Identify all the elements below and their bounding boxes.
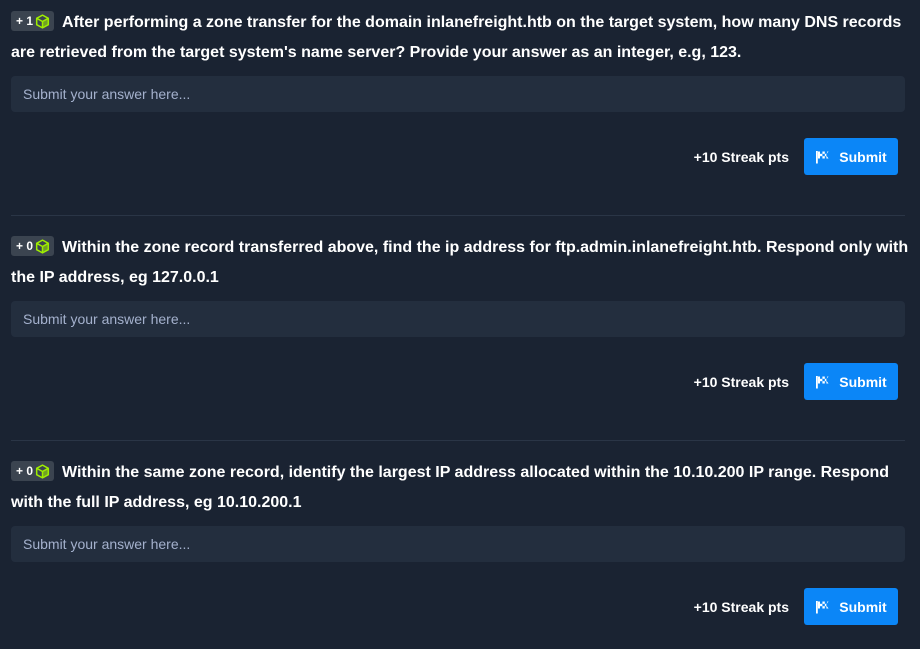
question-text-3: + 0 Within the same zone record, identify… [11,458,911,518]
submit-button-2[interactable]: Submit [804,363,898,400]
question-text-1: + 1 After performing a zone transfer for … [11,8,911,68]
streak-points: +10 Streak pts [693,374,789,390]
divider [11,440,905,441]
answer-input-2[interactable] [11,301,905,337]
submit-button-3[interactable]: Submit [804,588,898,625]
points-value: + 0 [16,464,34,478]
submit-label: Submit [839,373,887,390]
question-text: Within the zone record transferred above… [11,239,909,286]
cube-icon [35,13,50,29]
points-value: + 1 [16,14,34,28]
answer-input-3[interactable] [11,526,905,562]
submit-label: Submit [839,148,887,165]
points-badge: + 0 [11,236,55,256]
answer-input-1[interactable] [11,76,905,112]
question-text: Within the same zone record, identify th… [11,464,890,511]
cube-icon [35,238,50,254]
cube-icon [35,463,50,479]
question-text-2: + 0 Within the zone record transferred ab… [11,233,911,293]
points-badge: + 1 [11,11,55,31]
points-value: + 0 [16,239,34,253]
points-badge: + 0 [11,461,55,481]
divider [11,215,905,216]
submit-button-1[interactable]: Submit [804,138,898,175]
streak-points: +10 Streak pts [693,599,789,615]
flag-icon [816,600,829,613]
question-text: After performing a zone transfer for the… [11,14,902,61]
flag-icon [816,150,829,163]
streak-points: +10 Streak pts [693,149,789,165]
submit-label: Submit [839,598,887,615]
flag-icon [816,375,829,388]
